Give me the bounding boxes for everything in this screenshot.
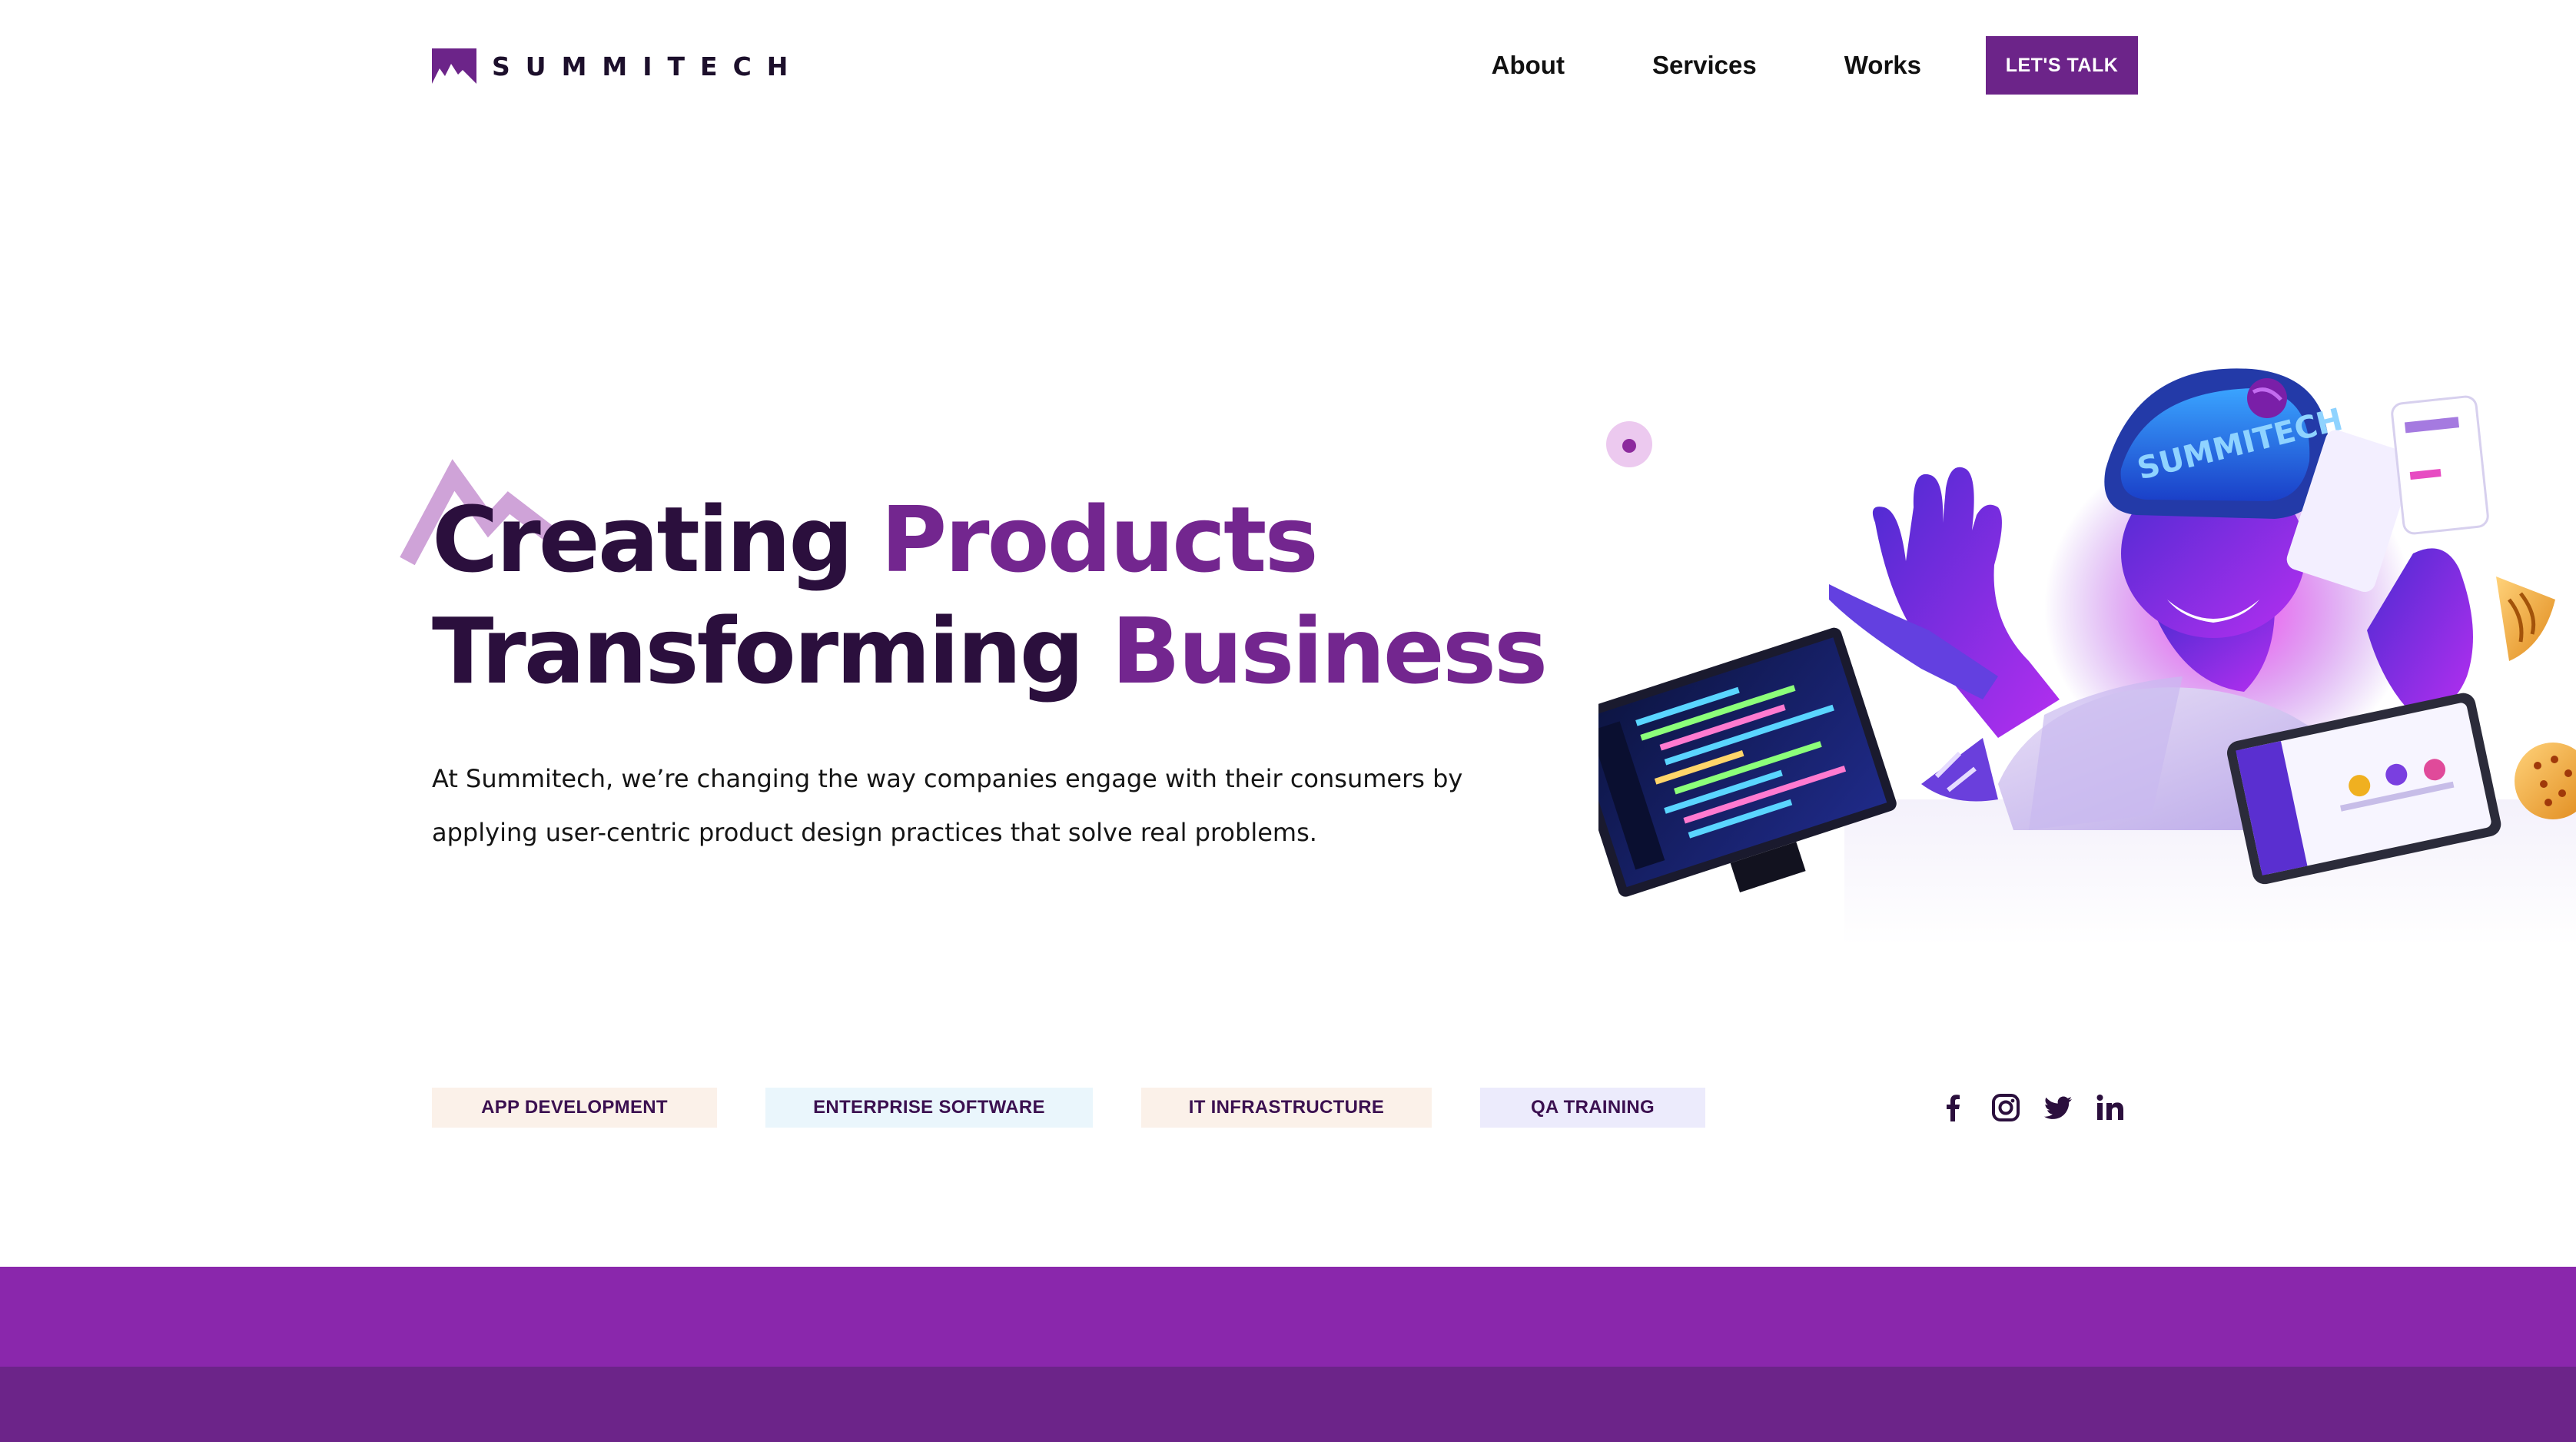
tag-app-development[interactable]: APP DEVELOPMENT <box>432 1088 717 1128</box>
hero-title-creating: Creating <box>432 487 854 593</box>
hero-title-line-2: Transforming Business <box>432 596 1548 707</box>
tag-enterprise-software[interactable]: ENTERPRISE SOFTWARE <box>765 1088 1093 1128</box>
linkedin-link[interactable] <box>2093 1091 2127 1125</box>
main-nav: About Services Works LET'S TALK <box>1492 36 2138 95</box>
facebook-link[interactable] <box>1937 1091 1970 1125</box>
twitter-link[interactable] <box>2041 1091 2075 1125</box>
footer-band-light <box>0 1267 2576 1367</box>
tag-qa-training[interactable]: QA TRAINING <box>1480 1088 1705 1128</box>
social-links <box>1937 1088 2127 1128</box>
nav-about[interactable]: About <box>1492 51 1565 80</box>
footer-band-dark <box>0 1367 2576 1442</box>
twitter-icon <box>2043 1096 2072 1119</box>
brand-logo[interactable]: SUMMITECH <box>432 48 803 85</box>
vr-person-illustration: SUMMITECH <box>1598 368 2576 945</box>
brand-name: SUMMITECH <box>492 51 804 81</box>
lets-talk-button[interactable]: LET'S TALK <box>1986 36 2138 95</box>
tag-it-infrastructure[interactable]: IT INFRASTRUCTURE <box>1141 1088 1432 1128</box>
hero-title-line-1: Creating Products <box>432 484 1545 596</box>
hero-description: At Summitech, we’re changing the way com… <box>432 764 1463 847</box>
mountain-logo-icon <box>432 48 476 84</box>
instagram-link[interactable] <box>1989 1091 2023 1125</box>
nav-works[interactable]: Works <box>1844 51 1921 80</box>
site-header: SUMMITECH About Services Works LET'S TAL… <box>0 0 2576 132</box>
instagram-icon <box>1992 1094 2020 1121</box>
hero-title: Creating Products Transforming Business <box>432 484 1548 707</box>
hero-title-products: Products <box>880 487 1319 593</box>
linkedin-icon <box>2096 1095 2123 1120</box>
hero-title-business: Business <box>1111 598 1548 704</box>
hero-illustration: SUMMITECH <box>1598 354 2576 945</box>
nav-services[interactable]: Services <box>1652 51 1757 80</box>
hero-title-transforming: Transforming <box>432 598 1084 704</box>
service-tags: APP DEVELOPMENT ENTERPRISE SOFTWARE IT I… <box>432 1088 1705 1128</box>
facebook-icon <box>1947 1095 1960 1121</box>
